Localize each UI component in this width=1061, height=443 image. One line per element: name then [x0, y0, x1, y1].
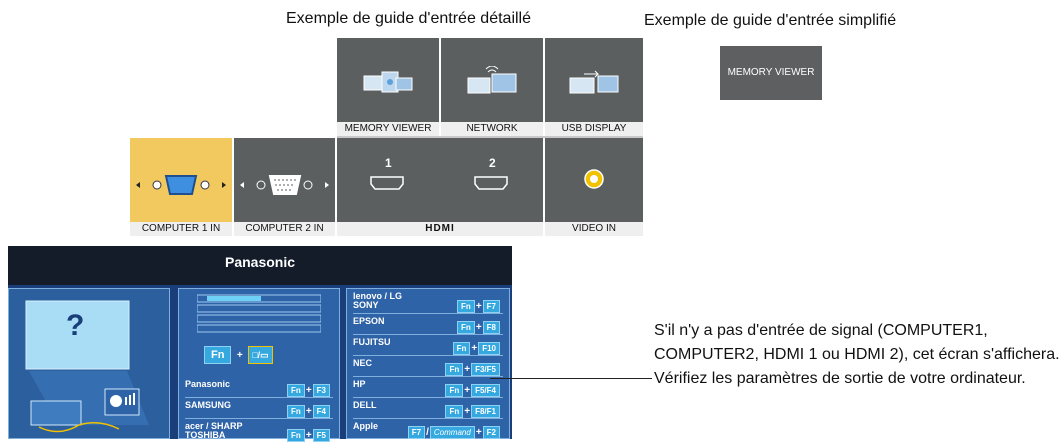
- tile-label: HDMI: [337, 222, 543, 236]
- tile-memory-viewer[interactable]: MEMORY VIEWER: [337, 38, 439, 136]
- list-item: Apple F7/Command + F2: [353, 419, 503, 439]
- tile-network[interactable]: NETWORK: [441, 38, 543, 136]
- projector-setup-icon: [25, 300, 149, 433]
- keyboard-panel: Fn + □/▭ Panasonic Fn + F3 SAMSUNG Fn + F4 a…: [178, 288, 340, 442]
- list-item: Panasonic Fn + F3: [185, 377, 333, 398]
- tile-label: MEMORY VIEWER: [337, 122, 439, 136]
- hdmi-2-number: 2: [489, 156, 496, 170]
- tile-usb-display[interactable]: USB DISPLAY: [545, 38, 643, 136]
- question-mark: ?: [66, 309, 85, 342]
- tile-computer-2-in[interactable]: COMPUTER 2 IN: [234, 138, 335, 236]
- tile-label: COMPUTER 1 IN: [130, 222, 232, 236]
- simplified-memory-viewer-tile[interactable]: MEMORY VIEWER: [720, 46, 822, 100]
- video-jack-icon: [584, 169, 604, 189]
- tile-label: USB DISPLAY: [545, 122, 643, 136]
- projector-illustration: ?: [8, 288, 170, 439]
- input-guide-grid: MEMORY VIEWER NETWORK USB DISPLAY COMPUT…: [130, 38, 643, 236]
- network-icon: [467, 66, 517, 94]
- no-signal-screen: Panasonic ? Fn + □/▭ Panasonic Fn + F3 S…: [8, 246, 512, 442]
- callout-line: [490, 378, 652, 379]
- memory-viewer-icon: [363, 71, 413, 93]
- hdmi-1-number: 1: [385, 156, 392, 170]
- vga-connector-icon: [240, 175, 329, 195]
- shortcut-panel: lenovo / LG SONY Fn + F7 EPSON Fn + F8 FUJIT…: [346, 288, 510, 439]
- fn-combo: Fn + □/▭: [203, 345, 274, 364]
- fn-key: Fn: [204, 346, 232, 364]
- tile-computer-1-in[interactable]: COMPUTER 1 IN: [130, 138, 232, 236]
- tile-label: COMPUTER 2 IN: [234, 222, 335, 236]
- list-item: HP Fn + F5/F4: [353, 377, 503, 398]
- brand-logo: Panasonic: [224, 254, 296, 270]
- list-item: lenovo / LG SONY Fn + F7: [353, 289, 503, 314]
- tile-hdmi[interactable]: 1 2 HDMI: [337, 138, 543, 236]
- usb-display-icon: [569, 70, 619, 94]
- hdmi-port-icon: [370, 176, 404, 190]
- list-item: NEC Fn + F3/F5: [353, 356, 503, 377]
- detailed-guide-caption: Exemple de guide d'entrée détaillé: [286, 10, 531, 27]
- tile-video-in[interactable]: VIDEO IN: [545, 138, 643, 236]
- display-switch-key: □/▭: [248, 346, 273, 364]
- tile-label: NETWORK: [441, 122, 543, 136]
- list-item: SAMSUNG Fn + F4: [185, 398, 333, 419]
- list-item: FUJITSU Fn + F10: [353, 335, 503, 356]
- vga-connector-icon: [136, 175, 226, 195]
- hdmi-port-icon: [474, 176, 508, 190]
- list-item: acer / SHARP TOSHIBA Fn + F5: [185, 419, 333, 442]
- no-signal-note: S'il n'y a pas d'entrée de signal (COMPU…: [654, 322, 1060, 387]
- keyboard-icon: [197, 294, 321, 333]
- list-item: DELL Fn + F8/F1: [353, 398, 503, 419]
- simplified-guide-caption: Exemple de guide d'entrée simplifié: [644, 12, 897, 29]
- list-item: EPSON Fn + F8: [353, 314, 503, 335]
- tile-label: VIDEO IN: [545, 222, 643, 236]
- screen-header: Panasonic: [8, 246, 512, 285]
